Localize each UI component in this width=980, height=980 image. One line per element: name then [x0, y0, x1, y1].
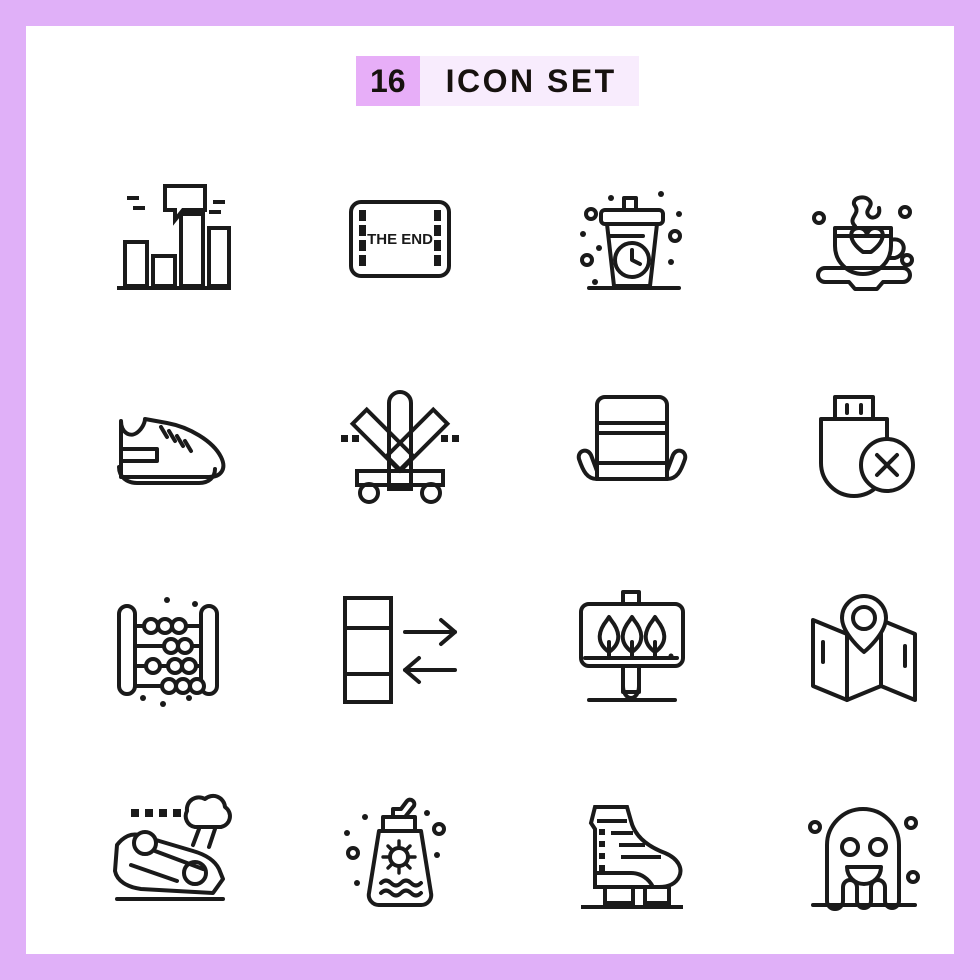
car-crash-icon[interactable]	[52, 751, 284, 956]
ice-skate-icon[interactable]	[516, 751, 748, 956]
tea-cup-heart-icon[interactable]	[748, 136, 980, 341]
sneaker-shoe-icon[interactable]	[52, 341, 284, 546]
page-title: ICON SET	[419, 56, 639, 106]
film-the-end-icon[interactable]: THE END	[284, 136, 516, 341]
icon-count-badge: 16	[356, 56, 420, 106]
icon-grid: THE END	[52, 136, 980, 956]
sunscreen-bottle-icon[interactable]	[284, 751, 516, 956]
ghost-icon[interactable]	[748, 751, 980, 956]
railroad-crossing-sign-icon[interactable]	[284, 341, 516, 546]
data-transfer-server-icon[interactable]	[284, 546, 516, 751]
sled-icon[interactable]	[516, 341, 748, 546]
coffee-cup-clock-icon[interactable]	[516, 136, 748, 341]
content-panel: 16 ICON SET THE END	[26, 26, 954, 954]
park-billboard-sign-icon[interactable]	[516, 546, 748, 751]
page-frame: 16 ICON SET THE END	[0, 0, 980, 980]
film-frame-text: THE END	[367, 231, 433, 248]
usb-remove-icon[interactable]	[748, 341, 980, 546]
bar-chart-comment-icon[interactable]	[52, 136, 284, 341]
map-location-pin-icon[interactable]	[748, 546, 980, 751]
abacus-icon[interactable]	[52, 546, 284, 751]
header: 16 ICON SET	[356, 56, 639, 106]
